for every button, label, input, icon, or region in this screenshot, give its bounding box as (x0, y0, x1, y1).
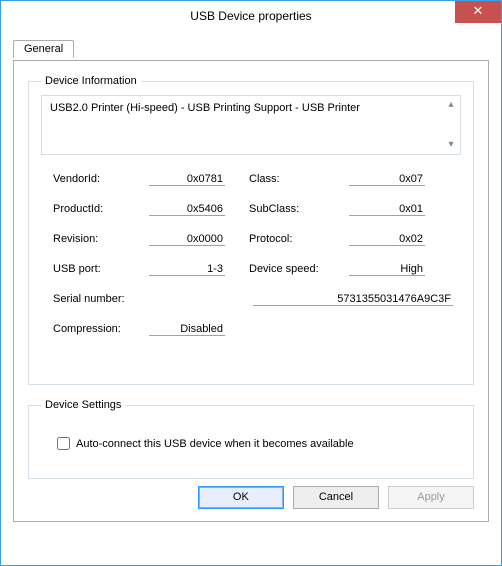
close-button[interactable]: ✕ (455, 1, 501, 23)
auto-connect-row: Auto-connect this USB device when it bec… (41, 419, 461, 454)
value-class: 0x07 (349, 173, 425, 186)
row-port-speed: USB port: 1-3 Device speed: High (53, 263, 453, 281)
group-device-information-legend: Device Information (41, 75, 141, 87)
auto-connect-label: Auto-connect this USB device when it bec… (76, 438, 354, 450)
label-serial-number: Serial number: (53, 293, 149, 305)
tab-body: Device Information USB2.0 Printer (Hi-sp… (13, 60, 489, 522)
dialog-button-row: OK Cancel Apply (192, 486, 474, 509)
row-revision-protocol: Revision: 0x0000 Protocol: 0x02 (53, 233, 453, 251)
group-device-settings-legend: Device Settings (41, 399, 125, 411)
label-class: Class: (249, 173, 349, 185)
value-serial-number: 5731355031476A9C3F (253, 293, 453, 306)
auto-connect-checkbox[interactable] (57, 437, 70, 450)
value-usb-port: 1-3 (149, 263, 225, 276)
label-device-speed: Device speed: (249, 263, 349, 275)
cancel-button[interactable]: Cancel (293, 486, 379, 509)
label-compression: Compression: (53, 323, 149, 335)
row-serial: Serial number: 5731355031476A9C3F (53, 293, 453, 311)
titlebar: USB Device properties ✕ (1, 1, 501, 31)
group-device-settings: Device Settings Auto-connect this USB de… (28, 399, 474, 479)
apply-button: Apply (388, 486, 474, 509)
value-product-id: 0x5406 (149, 203, 225, 216)
value-compression: Disabled (149, 323, 225, 336)
info-grid: VendorId: 0x0781 Class: 0x07 ProductId: … (41, 173, 461, 341)
usb-device-properties-window: USB Device properties ✕ General Device I… (0, 0, 502, 566)
content-area: General Device Information USB2.0 Printe… (1, 31, 501, 534)
value-revision: 0x0000 (149, 233, 225, 246)
row-product-subclass: ProductId: 0x5406 SubClass: 0x01 (53, 203, 453, 221)
tab-general[interactable]: General (13, 40, 74, 58)
value-subclass: 0x01 (349, 203, 425, 216)
label-usb-port: USB port: (53, 263, 149, 275)
device-description-box[interactable]: USB2.0 Printer (Hi-speed) - USB Printing… (41, 95, 461, 155)
label-subclass: SubClass: (249, 203, 349, 215)
value-protocol: 0x02 (349, 233, 425, 246)
device-description-text: USB2.0 Printer (Hi-speed) - USB Printing… (50, 102, 360, 114)
label-revision: Revision: (53, 233, 149, 245)
window-title: USB Device properties (1, 1, 501, 31)
label-protocol: Protocol: (249, 233, 349, 245)
scroll-down-icon[interactable]: ▾ (445, 139, 457, 151)
label-vendor-id: VendorId: (53, 173, 149, 185)
row-vendor-class: VendorId: 0x0781 Class: 0x07 (53, 173, 453, 191)
value-device-speed: High (349, 263, 425, 276)
group-device-information: Device Information USB2.0 Printer (Hi-sp… (28, 75, 474, 385)
ok-button[interactable]: OK (198, 486, 284, 509)
tab-strip: General (13, 39, 489, 60)
row-compression: Compression: Disabled (53, 323, 453, 341)
scroll-up-icon[interactable]: ▴ (445, 99, 457, 111)
label-product-id: ProductId: (53, 203, 149, 215)
value-vendor-id: 0x0781 (149, 173, 225, 186)
